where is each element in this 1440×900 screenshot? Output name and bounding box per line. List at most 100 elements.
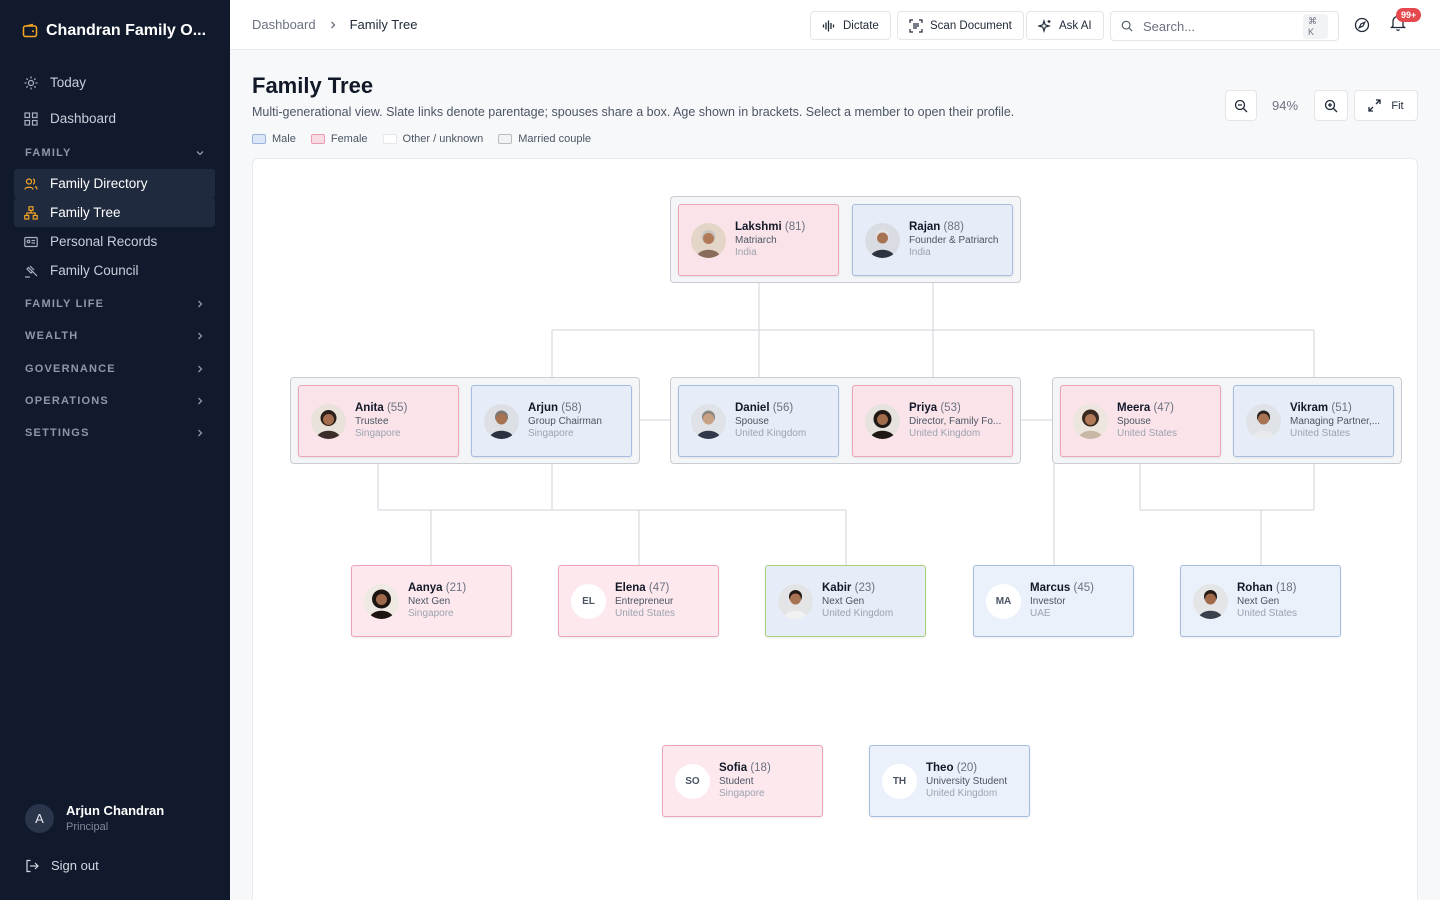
breadcrumb-dashboard[interactable]: Dashboard [252,17,316,32]
priya-name: Priya [909,402,938,415]
nav-family-directory-label: Family Directory [50,176,148,191]
compass-button[interactable] [1354,17,1370,38]
chevron-right-icon [330,21,336,28]
expand-icon [1368,99,1382,112]
legend-female: Female [310,133,368,145]
theo-initials: TH [882,763,917,799]
zoom-out-button[interactable] [1225,90,1257,121]
member-card-vikram[interactable]: Vikram (51) Managing Partner,... United … [1233,385,1394,457]
member-card-meera[interactable]: Meera (47) Spouse United States [1060,385,1221,457]
user-role: Principal [66,821,109,833]
member-card-rajan[interactable]: Rajan (88) Founder & Patriarch India [852,204,1013,276]
gavel-icon [25,265,38,278]
brand[interactable]: Chandran Family O... [22,22,206,40]
vikram-avatar-icon [1246,403,1281,439]
legend-swatch-couple [498,134,513,144]
member-card-lakshmi[interactable]: Lakshmi (81) Matriarch India [678,204,839,276]
user-profile[interactable]: A Arjun Chandran Principal [25,803,164,833]
sign-out-button[interactable]: Sign out [25,858,99,873]
member-card-marcus[interactable]: MA Marcus (45) Investor UAE [973,565,1134,637]
section-family-life[interactable]: FAMILY LIFE [25,294,205,314]
breadcrumb-family-tree: Family Tree [349,17,418,32]
member-card-theo[interactable]: TH Theo (20) University Student United K… [869,745,1030,817]
nav-dashboard-label: Dashboard [50,111,117,126]
anita-avatar-icon [311,403,346,439]
nav-personal-records[interactable]: Personal Records [14,227,215,256]
section-governance[interactable]: GOVERNANCE [25,359,205,379]
sofia-name: Sofia [719,762,748,775]
theo-age: (20) [956,762,978,775]
search-input[interactable] [1143,18,1293,34]
scan-icon [909,18,923,33]
scan-document-button[interactable]: Scan Document [897,11,1024,40]
section-operations[interactable]: OPERATIONS [25,391,205,411]
scan-document-label: Scan Document [930,19,1012,32]
section-family-label: FAMILY [25,147,72,159]
avatar: A [25,803,54,833]
zoom-in-button[interactable] [1314,90,1348,121]
rajan-role: Founder & Patriarch [909,234,999,246]
tree-icon [24,205,38,220]
member-card-anita[interactable]: Anita (55) Trustee Singapore [298,385,459,457]
legend-couple: Married couple [498,133,591,145]
user-name: Arjun Chandran [66,803,165,818]
section-governance-label: GOVERNANCE [25,363,116,375]
chevron-right-icon [198,332,203,340]
nav-today-label: Today [50,75,87,90]
zoom-out-icon [1234,99,1248,112]
section-settings-label: SETTINGS [25,427,90,439]
nav-dashboard[interactable]: Dashboard [14,104,215,133]
ask-ai-button[interactable]: Ask AI [1026,11,1104,40]
lakshmi-age: (81) [784,221,806,234]
anita-role: Trustee [355,415,389,427]
member-card-aanya[interactable]: Aanya (21) Next Gen Singapore [351,565,512,637]
elena-location: United States [615,608,676,620]
theo-location: United Kingdom [926,788,998,800]
member-card-daniel[interactable]: Daniel (56) Spouse United Kingdom [678,385,839,457]
arjun-age: (58) [561,402,582,415]
wallet-icon [22,23,38,38]
search-icon [1121,20,1133,32]
nav-family-tree[interactable]: Family Tree [14,198,215,227]
member-card-elena[interactable]: EL Elena (47) Entrepreneur United States [558,565,719,637]
search-box[interactable]: ⌘ K [1110,11,1339,41]
theo-name: Theo [926,762,954,775]
daniel-role: Spouse [735,415,769,427]
marcus-age: (45) [1073,582,1094,595]
theo-role: University Student [926,775,1008,787]
rajan-age: (88) [943,221,964,234]
meera-role: Spouse [1117,415,1151,427]
legend-other: Other / unknown [382,133,483,145]
legend-couple-label: Married couple [518,133,592,145]
nav-family-council[interactable]: Family Council [14,256,215,285]
dictate-button[interactable]: Dictate [810,11,891,40]
marcus-name: Marcus [1030,582,1071,595]
sofia-location: Singapore [719,788,765,800]
section-settings[interactable]: SETTINGS [25,423,205,443]
section-family[interactable]: FAMILY [25,143,205,163]
sparkle-icon [1038,18,1051,33]
member-card-sofia[interactable]: SO Sofia (18) Student Singapore [662,745,823,817]
notification-badge: 99+ [1396,8,1422,22]
meera-avatar-icon [1073,403,1108,439]
audio-wave-icon [822,20,835,31]
marcus-role: Investor [1030,595,1066,607]
lakshmi-name: Lakshmi [735,221,782,234]
priya-avatar-icon [865,403,900,439]
nav-personal-records-label: Personal Records [50,234,158,249]
member-card-arjun[interactable]: Arjun (58) Group Chairman Singapore [471,385,632,457]
kabir-name: Kabir [822,582,852,595]
kabir-avatar-icon [778,583,813,619]
legend-swatch-male [252,134,266,144]
lakshmi-avatar-icon [691,222,726,258]
fit-button[interactable]: Fit [1354,90,1418,121]
rohan-age: (18) [1275,582,1297,595]
section-wealth[interactable]: WEALTH [25,326,205,346]
nav-family-directory[interactable]: Family Directory [14,169,215,198]
member-card-rohan[interactable]: Rohan (18) Next Gen United States [1180,565,1341,637]
member-card-priya[interactable]: Priya (53) Director, Family Fo... United… [852,385,1013,457]
priya-age: (53) [940,402,961,415]
nav-today[interactable]: Today [14,68,215,97]
sun-icon [24,76,38,89]
member-card-kabir[interactable]: Kabir (23) Next Gen United Kingdom [765,565,926,637]
